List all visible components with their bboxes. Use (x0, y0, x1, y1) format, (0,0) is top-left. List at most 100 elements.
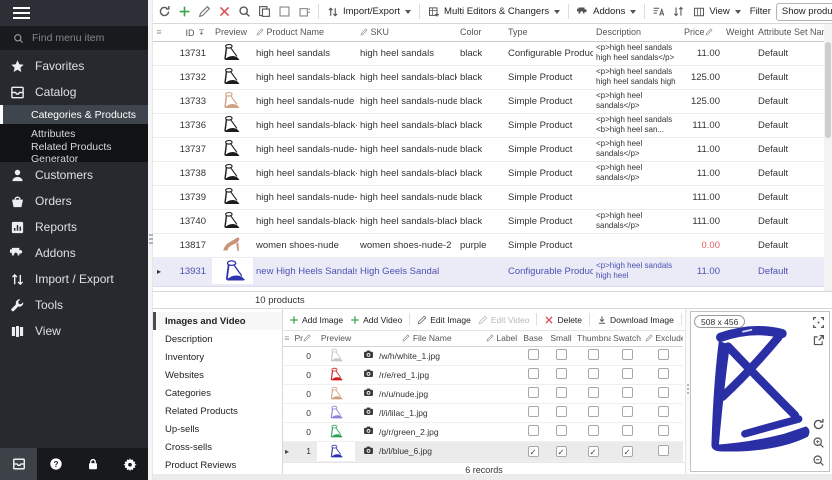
product-row[interactable]: ▸13931new High Heels SandalsHigh Geels S… (153, 257, 824, 286)
add-product-button[interactable] (175, 2, 194, 21)
camera-icon[interactable] (359, 384, 377, 403)
checkbox-swatch[interactable] (622, 387, 633, 398)
col-flag[interactable] (477, 331, 484, 346)
category-filter-select[interactable]: Show products from selected categories (776, 3, 832, 21)
col-exclude[interactable]: Exclude (643, 331, 683, 346)
camera-icon[interactable] (359, 403, 377, 422)
col-attribute-set[interactable]: Attribute Set Name (755, 24, 824, 41)
col-base[interactable]: Base (519, 331, 547, 346)
checkbox-thumbnail[interactable] (588, 425, 599, 436)
sort-order-button[interactable] (669, 2, 688, 21)
product-row[interactable]: 13731high heel sandalshigh heel sandalsb… (153, 41, 824, 65)
col-thumbnail[interactable]: Thumbna (575, 331, 611, 346)
sidebar-item-favorites[interactable]: Favorites (0, 53, 148, 79)
product-row[interactable]: 13817women shoes-nudewomen shoes-nude-2p… (153, 233, 824, 257)
image-row[interactable]: 0/w/h/white_1.jpg (283, 346, 683, 365)
image-row[interactable]: ▸1/b/l/blue_6.jpg✓✓✓✓ (283, 441, 683, 461)
camera-icon[interactable] (359, 441, 377, 461)
tab-related-products[interactable]: Related Products (153, 402, 282, 420)
tab-inventory[interactable]: Inventory (153, 348, 282, 366)
rotate-icon[interactable] (812, 418, 825, 431)
tab-up-sells[interactable]: Up-sells (153, 420, 282, 438)
camera-icon[interactable] (359, 365, 377, 384)
checkbox-exclude[interactable] (658, 387, 669, 398)
tab-description[interactable]: Description (153, 330, 282, 348)
help-button[interactable] (37, 448, 74, 480)
checkbox-swatch[interactable] (622, 406, 633, 417)
multi-select-button[interactable] (295, 2, 314, 21)
refresh-button[interactable] (155, 2, 174, 21)
tab-product-reviews[interactable]: Product Reviews (153, 456, 282, 474)
col-preview[interactable]: Preview (313, 331, 359, 346)
fit-to-window-icon[interactable] (812, 316, 825, 329)
sidebar-item-categories-products[interactable]: Categories & Products (0, 105, 148, 124)
tab-cross-sells[interactable]: Cross-sells (153, 438, 282, 456)
image-row[interactable]: 0/r/e/red_1.jpg (283, 365, 683, 384)
checkbox-swatch[interactable] (622, 368, 633, 379)
image-row[interactable]: 0/n/u/nude.jpg (283, 384, 683, 403)
checkbox-exclude[interactable] (658, 349, 669, 360)
checkbox-mode-button[interactable] (275, 2, 294, 21)
col-type[interactable]: Type (505, 24, 593, 41)
col-swatch[interactable]: Swatch (611, 331, 643, 346)
col-small[interactable]: Small (547, 331, 575, 346)
zoom-out-icon[interactable] (812, 454, 825, 467)
image-row[interactable]: 0/g/r/green_2.jpg (283, 422, 683, 441)
checkbox-swatch[interactable] (622, 425, 633, 436)
import-export-menu[interactable]: Import/Export (323, 6, 415, 18)
download-image-button[interactable]: Download Image (595, 315, 676, 325)
product-row[interactable]: 13733high heel sandals-nudehigh heel san… (153, 89, 824, 113)
delete-button[interactable]: Delete (542, 315, 584, 325)
zoom-in-icon[interactable] (812, 436, 825, 449)
sidebar-item-view[interactable]: View (0, 318, 148, 344)
checkbox-small[interactable] (556, 349, 567, 360)
col-priority[interactable]: Pr (291, 331, 313, 346)
col-color[interactable]: Color (457, 24, 505, 41)
checkbox-small[interactable] (556, 387, 567, 398)
checkbox-small[interactable] (556, 425, 567, 436)
checkbox-exclude[interactable] (658, 425, 669, 436)
camera-icon[interactable] (359, 346, 377, 365)
delete-product-button[interactable] (215, 2, 234, 21)
checkbox-swatch[interactable]: ✓ (622, 446, 633, 457)
checkbox-small[interactable] (556, 368, 567, 379)
checkbox-exclude[interactable] (658, 368, 669, 379)
product-row[interactable]: 13732high heel sandals-blackhigh heel sa… (153, 65, 824, 89)
checkbox-exclude[interactable] (658, 445, 669, 456)
col-preview[interactable]: Preview (209, 24, 253, 41)
checkbox-thumbnail[interactable]: ✓ (588, 446, 599, 457)
checkbox-base[interactable] (528, 368, 539, 379)
lock-button[interactable] (74, 448, 111, 480)
col-camera[interactable] (359, 331, 377, 346)
tab-websites[interactable]: Websites (153, 366, 282, 384)
sidebar-item-reports[interactable]: Reports (0, 214, 148, 240)
checkbox-thumbnail[interactable] (588, 368, 599, 379)
add-video-button[interactable]: Add Video (348, 315, 404, 325)
edit-image-button[interactable]: Edit Image (415, 315, 473, 325)
product-row[interactable]: 13737high heel sandals-nude-36high heel … (153, 137, 824, 161)
tab-categories[interactable]: Categories (153, 384, 282, 402)
product-row[interactable]: 13738high heel sandals-black-37high heel… (153, 161, 824, 185)
font-size-button[interactable] (649, 2, 668, 21)
addons-menu[interactable]: Addons (573, 6, 640, 18)
scrollbar-thumb[interactable] (825, 42, 831, 138)
camera-icon[interactable] (359, 422, 377, 441)
checkbox-base[interactable] (528, 425, 539, 436)
hamburger-menu-button[interactable] (0, 0, 148, 26)
sidebar-item-related-products-generator[interactable]: Related Products Generator (0, 143, 148, 162)
sidebar-item-addons[interactable]: Addons (0, 240, 148, 266)
checkbox-small[interactable]: ✓ (556, 446, 567, 457)
view-menu[interactable]: View (689, 6, 744, 18)
checkbox-thumbnail[interactable] (588, 406, 599, 417)
sidebar-item-tools[interactable]: Tools (0, 292, 148, 318)
product-row[interactable]: 13739high heel sandals-nude-37high heel … (153, 185, 824, 209)
search-button[interactable] (235, 2, 254, 21)
checkbox-base[interactable] (528, 387, 539, 398)
checkbox-exclude[interactable] (658, 406, 669, 417)
product-row[interactable]: 13736high heel sandals-black-36high heel… (153, 113, 824, 137)
row-selector-header[interactable]: ≡ (153, 24, 165, 41)
settings-button[interactable] (111, 448, 148, 480)
checkbox-base[interactable]: ✓ (528, 446, 539, 457)
col-description[interactable]: Description (593, 24, 681, 41)
sidebar-item-orders[interactable]: Orders (0, 188, 148, 214)
